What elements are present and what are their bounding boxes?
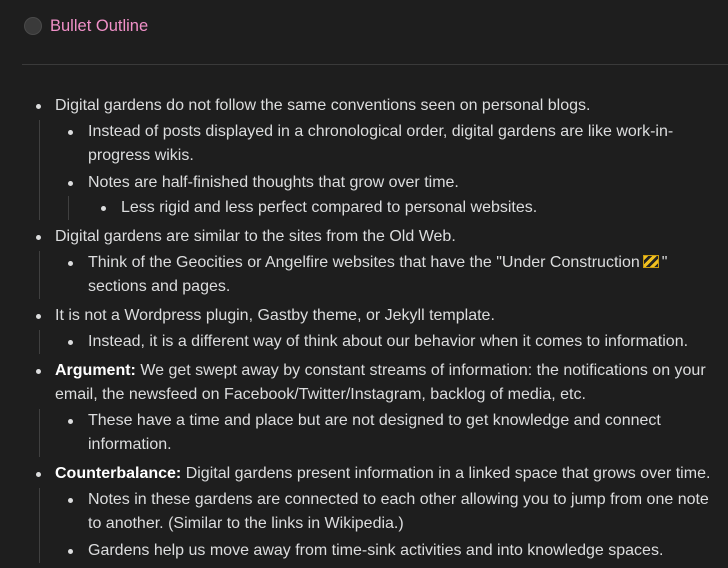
list-item[interactable]: Digital gardens are similar to the sites… [24,225,724,299]
item-label: Argument: [55,362,136,379]
list-item[interactable]: Gardens help us move away from time-sink… [56,539,724,563]
construction-icon [642,255,659,268]
list-item[interactable]: Notes in these gardens are connected to … [56,488,724,536]
bullet-icon[interactable] [36,235,41,240]
item-text: Notes in these gardens are connected to … [88,491,709,532]
list-item[interactable]: These have a time and place but are not … [56,409,724,457]
list-item[interactable]: Notes are half-finished thoughts that gr… [56,171,724,220]
item-text: These have a time and place but are not … [88,412,661,453]
bullet-icon[interactable] [68,498,73,503]
bullet-icon[interactable] [68,419,73,424]
bullet-icon[interactable] [68,340,73,345]
item-text: It is not a Wordpress plugin, Gastby the… [55,307,495,324]
list-item[interactable]: Argument: We get swept away by constant … [24,359,724,457]
bullet-icon[interactable] [36,104,41,109]
note-header: Bullet Outline [24,16,148,36]
bullet-icon[interactable] [101,206,106,211]
divider [22,64,728,65]
list-item[interactable]: Less rigid and less perfect compared to … [89,196,724,220]
item-text: Less rigid and less perfect compared to … [121,199,538,216]
bullet-outline: Digital gardens do not follow the same c… [24,94,724,568]
list-item[interactable]: Instead of posts displayed in a chronolo… [56,120,724,168]
item-text: Think of the Geocities or Angelfire webs… [88,254,640,271]
list-item[interactable]: Digital gardens do not follow the same c… [24,94,724,220]
list-item[interactable]: Counterbalance: Digital gardens present … [24,462,724,563]
item-label: Counterbalance: [55,465,182,482]
list-item[interactable]: It is not a Wordpress plugin, Gastby the… [24,304,724,354]
list-item[interactable]: Think of the Geocities or Angelfire webs… [56,251,724,299]
item-text: Digital gardens present information in a… [181,465,711,482]
item-text: Digital gardens do not follow the same c… [55,97,591,114]
bullet-icon[interactable] [68,261,73,266]
item-text: Instead, it is a different way of think … [88,333,689,350]
item-text: Instead of posts displayed in a chronolo… [88,123,674,164]
circle-icon[interactable] [24,17,42,35]
bullet-icon[interactable] [36,472,41,477]
page-title: Bullet Outline [50,16,149,35]
bullet-icon[interactable] [36,314,41,319]
list-item[interactable]: Instead, it is a different way of think … [56,330,724,354]
item-text: Gardens help us move away from time-sink… [88,542,664,559]
bullet-icon[interactable] [68,549,73,554]
item-text: Digital gardens are similar to the sites… [55,228,456,245]
item-text: Notes are half-finished thoughts that gr… [88,174,459,191]
bullet-icon[interactable] [68,181,73,186]
item-text: We get swept away by constant streams of… [55,362,706,403]
bullet-icon[interactable] [36,369,41,374]
bullet-icon[interactable] [68,130,73,135]
